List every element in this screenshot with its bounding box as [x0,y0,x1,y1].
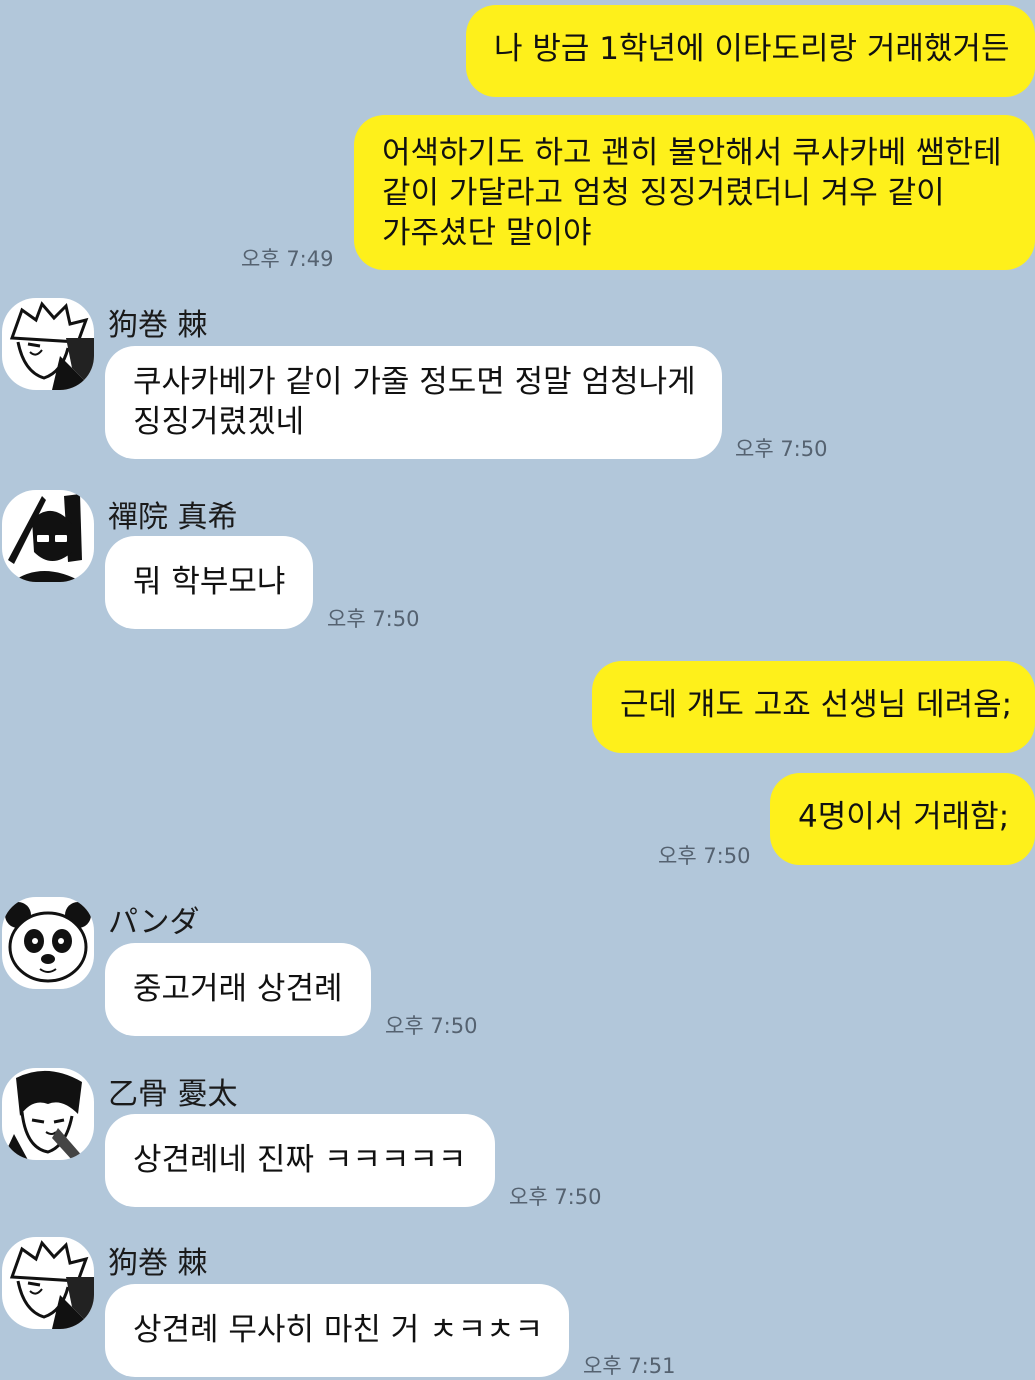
sender-name: 乙骨 憂太 [108,1077,238,1112]
their-message-bubble[interactable]: 쿠사카베가 같이 가줄 정도면 정말 엄청나게 징징거렸겠네 [105,346,722,459]
message-text: 4명이서 거래함; [798,799,1010,835]
message-text: 중고거래 상견례 [133,971,343,1007]
panda-avatar-icon[interactable] [2,897,94,989]
message-timestamp: 오후 7:51 [583,1354,676,1378]
message-text-line: 징징거렸겠네 [133,404,305,440]
sender-name: 狗巻 棘 [108,1246,208,1281]
toge-avatar-icon-art [9,1240,94,1329]
message-text-line: 같이 가달라고 엄청 징징거렸더니 겨우 같이 [382,175,945,211]
message-text-line: 가주셨단 말이야 [382,215,592,251]
their-message-bubble[interactable]: 중고거래 상견례 [105,943,371,1036]
message-text: 상견례네 진짜 ㅋㅋㅋㅋㅋ [133,1142,467,1178]
message-text-line: 어색하기도 하고 괜히 불안해서 쿠사카베 쌤한테 [382,135,1002,171]
my-message-bubble[interactable]: 근데 걔도 고죠 선생님 데려옴; [592,661,1035,753]
yuta-avatar-icon[interactable] [2,1068,94,1160]
their-message-bubble[interactable]: 상견례네 진짜 ㅋㅋㅋㅋㅋ [105,1114,495,1207]
yuta-avatar-icon-art [2,1070,84,1160]
message-text: 뭐 학부모냐 [133,564,286,600]
sender-name: パンダ [108,905,200,940]
their-message-bubble[interactable]: 뭐 학부모냐 [105,536,313,629]
message-text: 근데 걔도 고죠 선생님 데려옴; [620,687,1013,723]
sender-name: 狗巻 棘 [108,308,208,343]
message-timestamp: 오후 7:50 [509,1185,602,1209]
toge-avatar-icon[interactable] [2,1237,94,1329]
toge-avatar-icon-art [9,301,94,390]
their-message-bubble[interactable]: 상견례 무사히 마친 거 ㅊㅋㅊㅋ [105,1284,569,1377]
maki-avatar-icon-art [8,494,82,582]
maki-avatar-icon[interactable] [2,490,94,582]
sender-name: 禪院 真希 [108,500,238,535]
message-text: 상견례 무사히 마친 거 ㅊㅋㅊㅋ [133,1312,544,1348]
chat-room: 나 방금 1학년에 이타도리랑 거래했거든 어색하기도 하고 괜히 불안해서 쿠… [0,0,1035,1380]
message-timestamp: 오후 7:50 [327,607,420,631]
my-message-bubble[interactable]: 어색하기도 하고 괜히 불안해서 쿠사카베 쌤한테 같이 가달라고 엄청 징징거… [354,115,1035,270]
message-text: 나 방금 1학년에 이타도리랑 거래했거든 [494,31,1010,67]
message-timestamp: 오후 7:50 [658,844,751,868]
panda-avatar-icon-art [2,902,94,989]
my-message-bubble[interactable]: 나 방금 1학년에 이타도리랑 거래했거든 [466,5,1035,97]
my-message-bubble[interactable]: 4명이서 거래함; [770,773,1035,865]
message-timestamp: 오후 7:49 [241,247,334,271]
message-timestamp: 오후 7:50 [735,437,828,461]
message-timestamp: 오후 7:50 [385,1014,478,1038]
toge-avatar-icon[interactable] [2,298,94,390]
message-text-line: 쿠사카베가 같이 가줄 정도면 정말 엄청나게 [133,364,696,400]
